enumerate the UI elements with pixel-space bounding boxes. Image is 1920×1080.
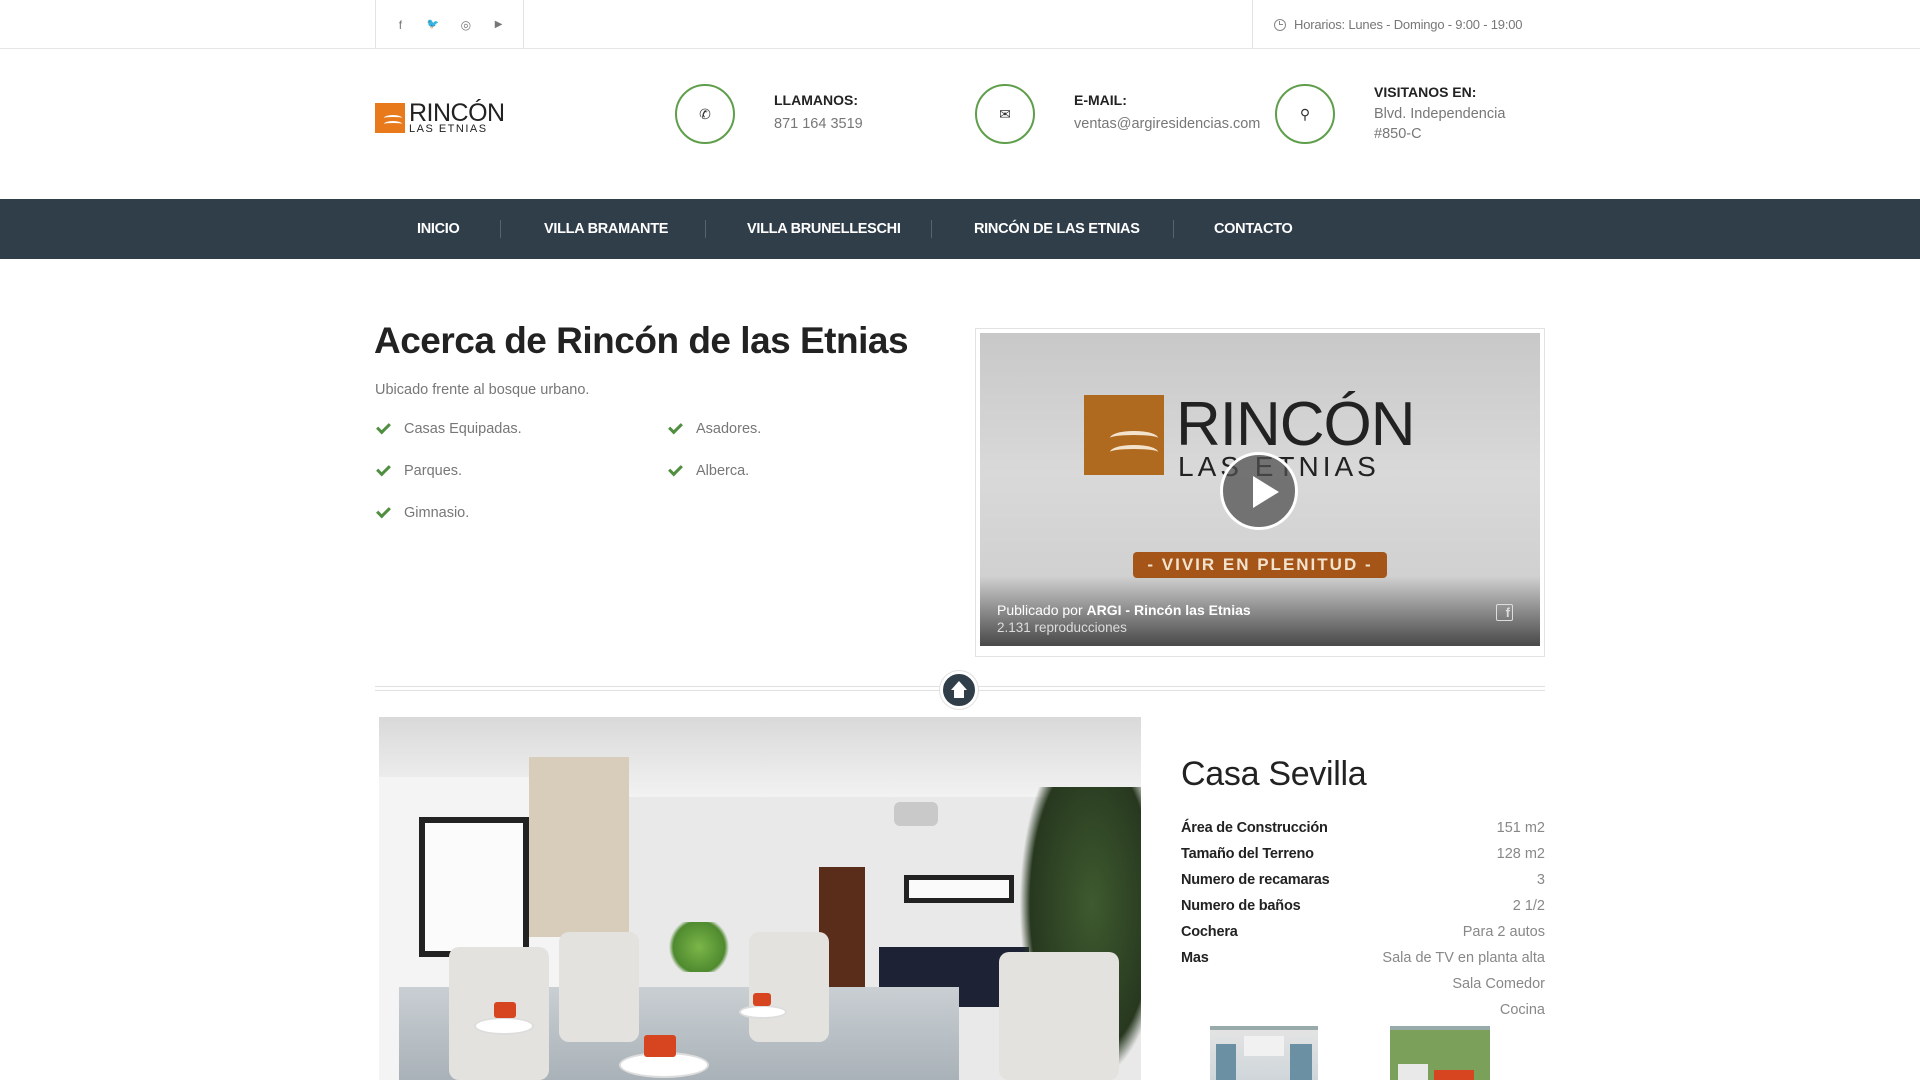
contact-phone: ✆ LLAMANOS: 871 164 3519 (675, 84, 863, 144)
contact-address-line1: Blvd. Independencia (1374, 106, 1506, 122)
spec-row: Mas Sala de TV en planta alta (1181, 950, 1545, 970)
main-nav: INICIO VILLA BRAMANTE VILLA BRUNELLESCHI… (0, 199, 1920, 259)
home-icon (940, 671, 978, 709)
phone-icon: ✆ (675, 84, 735, 144)
video-embed: RINCÓN LAS ETNIAS - VIVIR EN PLENITUD - … (975, 328, 1545, 657)
nav-separator (500, 220, 501, 238)
email-icon: ✉ (975, 84, 1035, 144)
spec-label: Cochera (1181, 924, 1238, 940)
feature-item: Gimnasio. (376, 503, 470, 521)
facebook-icon[interactable]: f (1496, 604, 1513, 621)
video-player[interactable]: RINCÓN LAS ETNIAS - VIVIR EN PLENITUD - … (980, 333, 1540, 646)
contact-email-value[interactable]: ventas@argiresidencias.com (1074, 114, 1260, 134)
spec-value: Sala de TV en planta alta (1382, 950, 1545, 966)
spec-label: Numero de baños (1181, 898, 1301, 914)
check-icon (668, 461, 683, 477)
video-publisher: Publicado por ARGI - Rincón las Etnias (997, 602, 1251, 618)
instagram-icon[interactable]: ◎ (457, 18, 475, 32)
feature-label: Gimnasio. (404, 505, 470, 521)
nav-item-contacto[interactable]: CONTACTO (1214, 199, 1293, 259)
play-icon[interactable] (1220, 452, 1298, 530)
opening-hours-text: Horarios: Lunes - Domingo - 9:00 - 19:00 (1294, 17, 1523, 32)
house-interior-photo (379, 717, 1141, 1080)
house-model-title: Casa Sevilla (1181, 755, 1367, 793)
spec-extra: Cocina (1499, 1002, 1545, 1018)
feature-label: Parques. (404, 463, 463, 479)
spec-value: 2 1/2 (1512, 898, 1545, 914)
spec-label: Área de Construcción (1181, 820, 1328, 836)
floor-plan-thumbnail[interactable] (1390, 1026, 1490, 1080)
spec-value: Para 2 autos (1462, 924, 1545, 940)
contact-phone-value[interactable]: 871 164 3519 (774, 114, 863, 134)
check-icon (376, 503, 391, 519)
contact-phone-title: LLAMANOS: (774, 92, 858, 108)
check-icon (376, 419, 391, 435)
video-views: 2.131 reproducciones (997, 620, 1127, 635)
page: f 🐦 ◎ ▶ Horarios: Lunes - Domingo - 9:00… (0, 0, 1920, 1080)
spec-row: Numero de baños 2 1/2 (1181, 898, 1545, 918)
social-links: f 🐦 ◎ ▶ (375, 0, 524, 49)
spec-row: Numero de recamaras 3 (1181, 872, 1545, 892)
location-pin-icon: ⚲ (1275, 84, 1335, 144)
contact-address-line2: #850-C (1374, 126, 1422, 142)
nav-item-rincon-de-las-etnias[interactable]: RINCÓN DE LAS ETNIAS (974, 199, 1140, 259)
contact-email: ✉ E-MAIL: ventas@argiresidencias.com (975, 84, 1260, 144)
nav-separator (931, 220, 932, 238)
nav-item-inicio[interactable]: INICIO (417, 199, 460, 259)
spec-label: Tamaño del Terreno (1181, 846, 1314, 862)
spec-row: Área de Construcción 151 m2 (1181, 820, 1545, 840)
contact-address: ⚲ VISITANOS EN: Blvd. Independencia #850… (1275, 84, 1505, 144)
facebook-icon[interactable]: f (391, 18, 409, 32)
twitter-icon[interactable]: 🐦 (424, 19, 442, 30)
floor-plan-thumbnail[interactable] (1210, 1026, 1318, 1080)
spec-label: Mas (1181, 950, 1209, 966)
youtube-icon[interactable]: ▶ (490, 19, 508, 30)
spec-value: 128 m2 (1496, 846, 1545, 862)
video-logo-title: RINCÓN (1176, 390, 1416, 459)
check-icon (668, 419, 683, 435)
spec-value: 3 (1536, 872, 1545, 888)
site-logo[interactable]: RINCÓN LAS ETNIAS (375, 98, 515, 138)
spec-value: 151 m2 (1496, 820, 1545, 836)
feature-item: Alberca. (668, 461, 750, 479)
feature-label: Casas Equipadas. (404, 421, 522, 437)
spec-label: Numero de recamaras (1181, 872, 1330, 888)
nav-separator (1173, 220, 1174, 238)
nav-item-villa-brunelleschi[interactable]: VILLA BRUNELLESCHI (747, 199, 901, 259)
feature-label: Alberca. (696, 463, 750, 479)
nav-item-villa-bramante[interactable]: VILLA BRAMANTE (544, 199, 668, 259)
check-icon (376, 461, 391, 477)
feature-item: Asadores. (668, 419, 762, 437)
about-subtitle: Ubicado frente al bosque urbano. (375, 382, 590, 398)
spec-extra: Sala Comedor (1452, 976, 1545, 992)
feature-item: Casas Equipadas. (376, 419, 522, 437)
top-bar: f 🐦 ◎ ▶ Horarios: Lunes - Domingo - 9:00… (0, 0, 1920, 49)
logo-mark-icon (375, 103, 405, 133)
clock-icon (1274, 18, 1286, 31)
opening-hours: Horarios: Lunes - Domingo - 9:00 - 19:00 (1252, 0, 1920, 49)
spec-row: Tamaño del Terreno 128 m2 (1181, 846, 1545, 866)
contact-address-title: VISITANOS EN: (1374, 84, 1477, 100)
about-title: Acerca de Rincón de las Etnias (374, 320, 909, 361)
video-logo-mark-icon (1084, 395, 1164, 475)
video-tagline: - VIVIR EN PLENITUD - (1133, 552, 1387, 578)
feature-label: Asadores. (696, 421, 762, 437)
nav-separator (705, 220, 706, 238)
feature-item: Parques. (376, 461, 463, 479)
video-publisher-link[interactable]: ARGI - Rincón las Etnias (1087, 602, 1251, 618)
spec-row: Cochera Para 2 autos (1181, 924, 1545, 944)
contact-email-title: E-MAIL: (1074, 92, 1127, 108)
